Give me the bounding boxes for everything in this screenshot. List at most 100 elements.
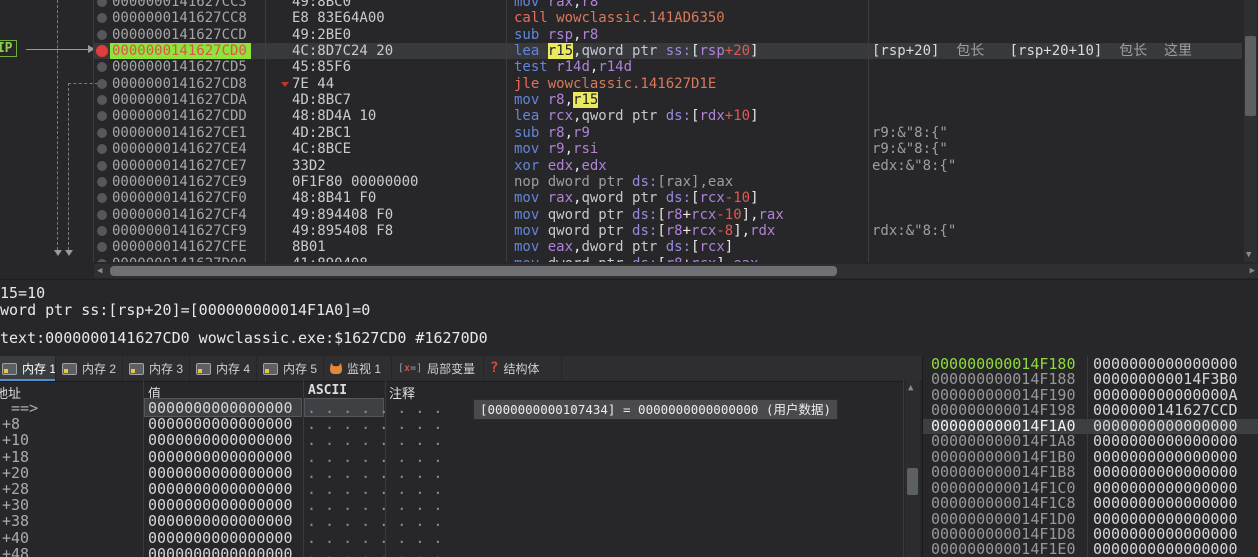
stack-row[interactable]: 000000000014F1C8 0000000000000000 [923, 496, 1258, 511]
breakpoint-dot-icon[interactable] [97, 78, 107, 89]
tab-memory-3[interactable]: 内存 3 [123, 356, 190, 381]
tab-label: 内存 3 [149, 362, 184, 376]
breakpoint-dot-icon[interactable] [97, 160, 107, 171]
token: rax [547, 190, 574, 207]
disasm-row[interactable]: 0000000141627CF0 48:8B41 F0 mov rax,qword … [0, 190, 1258, 206]
stack-row[interactable]: 000000000014F1E0 0000000000000000 [923, 542, 1258, 557]
disasm-row[interactable]: 0000000141627CD0 4C:8D7C24 20 lea r15,qwor… [0, 43, 1258, 60]
breakpoint-dot-icon[interactable] [97, 258, 107, 262]
dump-row[interactable]: +18 0000000000000000 . . . . . . . . [0, 449, 905, 465]
tab-memory-1[interactable]: 内存 1 [0, 356, 56, 381]
dump-vertical-scrollbar[interactable]: ▲ [905, 381, 920, 557]
breakpoint-dot-icon[interactable] [97, 62, 107, 73]
breakpoint-dot-icon[interactable] [97, 242, 107, 253]
dump-row[interactable]: +20 0000000000000000 . . . . . . . . [0, 465, 905, 481]
disasm-row[interactable]: 0000000141627CF4 49:894408 F0 mov qword pt… [0, 207, 1258, 223]
dump-row[interactable]: +40 0000000000000000 . . . . . . . . [0, 530, 905, 546]
dump-row[interactable]: +48 0000000000000000 . . . . . . . . [0, 546, 905, 557]
breakpoint-dot-icon[interactable] [97, 127, 107, 138]
disasm-row[interactable]: 0000000141627CC8 E8 83E64A00 call wowclass… [0, 10, 1258, 26]
dump-address: +8 [2, 415, 21, 434]
scroll-right-icon[interactable]: ▶ [1250, 266, 1255, 276]
instruction-bytes: 41:890408 [292, 256, 368, 262]
disasm-row[interactable]: 0000000141627CE4 4C:8BCE mov r9,rsi r9:&"8:… [0, 141, 1258, 157]
token: rax [758, 206, 784, 223]
tab-watch-6[interactable]: 监视 1 [324, 356, 392, 381]
breakpoint-dot-icon[interactable] [97, 193, 107, 204]
dump-row[interactable]: +28 0000000000000000 . . . . . . . . [0, 481, 905, 497]
tab-struct-8[interactable]: ? 结构体 [484, 356, 562, 381]
token: rdx [699, 108, 725, 125]
disasm-row[interactable]: 0000000141627CFE 8B01 mov eax,dword ptr ds… [0, 239, 1258, 255]
disasm-row[interactable]: 0000000141627CDA 4D:8BC7 mov r8,r15 [0, 92, 1258, 109]
disasm-row[interactable]: 0000000141627CE9 0F1F80 00000000 nop dword… [0, 174, 1258, 190]
token: wowclassic.141627D1E [547, 75, 717, 92]
tab-memory-2[interactable]: 内存 2 [56, 356, 123, 381]
rip-dot-icon[interactable] [96, 45, 108, 58]
token: mov [514, 190, 548, 207]
disasm-row[interactable]: 0000000141627CDD 48:8D4A 10 lea rcx,qword … [0, 108, 1258, 124]
scroll-down-icon[interactable]: ▼ [1246, 250, 1251, 260]
disasm-row[interactable]: 0000000141627CD5 45:85F6 test r14d,r14d [0, 59, 1258, 75]
disasm-row[interactable]: 0000000141627CCD 49:2BE0 sub rsp,r8 [0, 27, 1258, 43]
breakpoint-dot-icon[interactable] [97, 111, 107, 122]
tab-memory-5[interactable]: 内存 5 [257, 356, 324, 381]
dump-address: +28 [2, 480, 30, 498]
disasm-row[interactable]: 0000000141627CD8 7E 44 jle wowclassic.1416… [0, 76, 1258, 92]
rip-label: RIP [0, 40, 18, 57]
instruction-bytes: 4D:2BC1 [292, 124, 352, 141]
breakpoint-dot-icon[interactable] [97, 13, 107, 24]
token: mov [514, 222, 548, 239]
instruction-bytes: 4C:8BCE [292, 141, 352, 158]
breakpoint-dot-icon[interactable] [97, 0, 107, 7]
scrollbar-thumb[interactable] [1245, 36, 1256, 116]
breakpoint-dot-icon[interactable] [97, 29, 107, 40]
memory-icon [196, 362, 211, 375]
breakpoint-dot-icon[interactable] [97, 225, 107, 236]
column-divider [868, 0, 869, 262]
token: wowclassic.141AD6350 [556, 10, 725, 27]
disasm-row[interactable]: 0000000141627CE1 4D:2BC1 sub r8,r9 r9:&"8:{… [0, 125, 1258, 141]
scrollbar-thumb[interactable] [907, 468, 918, 495]
memory-icon [62, 362, 77, 375]
dump-row[interactable]: +38 0000000000000000 . . . . . . . . [0, 513, 905, 529]
breakpoint-dot-icon[interactable] [97, 95, 107, 106]
token: mov [514, 256, 548, 262]
stack-row[interactable]: 000000000014F1A8 0000000000000000 [923, 434, 1258, 449]
instruction-text: mov eax,dword ptr ds:[rcx] [514, 239, 733, 255]
disasm-row[interactable]: 0000000141627D00 41:890408 mov dword ptr d… [0, 256, 1258, 262]
x64dbg-window: RIP 0000000141627CC349:8BC0mov rax,r8000… [0, 0, 1258, 557]
disasm-row[interactable]: 0000000141627CC3 49:8BC0 mov rax,r8 [0, 0, 1258, 10]
scrollbar-thumb[interactable] [110, 266, 837, 276]
dump-value: 0000000000000000 [148, 528, 293, 547]
token: r8 [581, 0, 599, 10]
instruction-address: 0000000141627CE9 [112, 173, 247, 190]
disasm-row[interactable]: 0000000141627CE7 33D2 xor edx,edx edx:&"8:{… [0, 158, 1258, 174]
scroll-left-icon[interactable]: ◀ [97, 266, 102, 276]
dump-address: +30 [2, 496, 30, 515]
dump-row[interactable]: +30 0000000000000000 . . . . . . . . [0, 497, 905, 513]
scroll-up-icon[interactable]: ▲ [908, 383, 913, 393]
disasm-row[interactable]: 0000000141627CF9 49:895408 F8 mov qword pt… [0, 223, 1258, 239]
tab-memory-4[interactable]: 内存 4 [190, 356, 257, 381]
token: r8 [666, 256, 683, 262]
token: edx [581, 157, 607, 174]
instruction-text: lea r15,qword ptr ss:[rsp+20] [514, 43, 759, 60]
instruction-text: mov rax,qword ptr ds:[rcx-10] [514, 190, 759, 206]
breakpoint-dot-icon[interactable] [97, 176, 107, 187]
instruction-bytes: 48:8D4A 10 [292, 108, 377, 125]
dump-address: +40 [2, 528, 30, 547]
stack-row[interactable]: 000000000014F1B8 0000000000000000 [923, 465, 1258, 480]
breakpoint-dot-icon[interactable] [97, 144, 107, 155]
instruction-address: 0000000141627CD0 [112, 43, 247, 60]
dump-ascii: . . . . . . . . [307, 528, 443, 547]
instruction-bytes: 48:8B41 F0 [292, 190, 377, 207]
disasm-vertical-scrollbar[interactable]: ▼ [1244, 0, 1257, 262]
dump-row[interactable]: +10 0000000000000000 . . . . . . . . [0, 432, 905, 448]
tab-locals-7[interactable]: [x=] 局部变量 [392, 356, 484, 381]
token: rsp [547, 26, 574, 43]
token: r15 [573, 92, 599, 109]
breakpoint-dot-icon[interactable] [97, 209, 107, 220]
token: lea [514, 43, 548, 60]
disasm-horizontal-scrollbar[interactable]: ◀ ▶ [94, 264, 1258, 278]
